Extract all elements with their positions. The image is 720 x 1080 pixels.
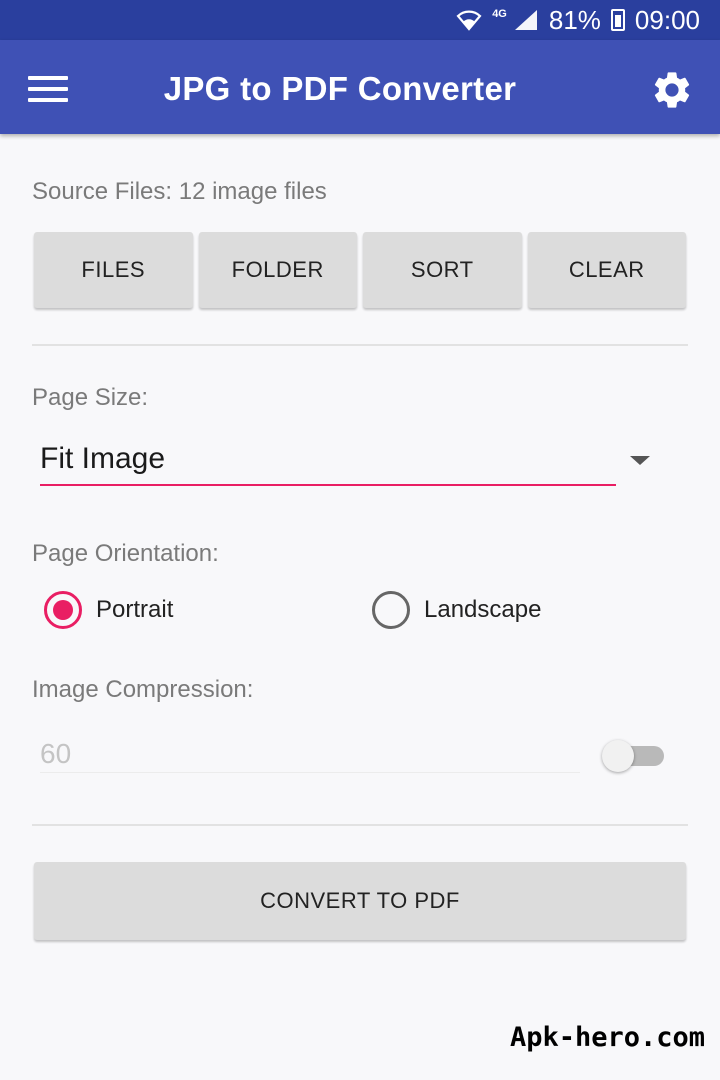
divider bbox=[32, 344, 688, 346]
status-time: 09:00 bbox=[634, 4, 700, 35]
status-bar: 4G 81% 09:00 bbox=[0, 0, 720, 40]
app-title: JPG to PDF Converter bbox=[163, 70, 517, 107]
radio-landscape-label: Landscape bbox=[424, 596, 542, 623]
radio-portrait-label: Portrait bbox=[96, 596, 174, 623]
battery-icon bbox=[610, 9, 625, 31]
radio-checked-icon bbox=[44, 591, 82, 629]
compression-toggle[interactable] bbox=[600, 738, 666, 774]
watermark: Apk-hero.com bbox=[510, 1022, 706, 1053]
compression-input[interactable]: 60 bbox=[40, 734, 580, 774]
image-compression-label: Image Compression: bbox=[32, 676, 254, 703]
radio-unchecked-icon bbox=[372, 591, 410, 629]
divider bbox=[32, 824, 688, 826]
compression-underline bbox=[40, 772, 580, 773]
clear-button[interactable]: CLEAR bbox=[527, 232, 686, 308]
source-button-row: FILES FOLDER SORT CLEAR bbox=[34, 232, 686, 308]
radio-portrait[interactable]: Portrait bbox=[44, 590, 173, 630]
wifi-icon bbox=[456, 9, 482, 31]
radio-landscape[interactable]: Landscape bbox=[372, 590, 541, 630]
sort-button[interactable]: SORT bbox=[363, 232, 522, 308]
folder-button[interactable]: FOLDER bbox=[198, 232, 357, 308]
page-size-label: Page Size: bbox=[32, 384, 149, 411]
network-type: 4G bbox=[492, 8, 507, 20]
files-button[interactable]: FILES bbox=[34, 232, 193, 308]
dropdown-underline bbox=[40, 484, 616, 486]
page-size-value: Fit Image bbox=[40, 442, 166, 475]
convert-to-pdf-button[interactable]: CONVERT TO PDF bbox=[34, 862, 686, 940]
toggle-thumb bbox=[602, 740, 634, 772]
page-orientation-label: Page Orientation: bbox=[32, 540, 219, 567]
gear-icon[interactable] bbox=[650, 68, 694, 112]
battery-percent: 81% bbox=[548, 4, 601, 35]
app-bar: JPG to PDF Converter bbox=[0, 40, 720, 134]
page-size-dropdown[interactable]: Fit Image bbox=[40, 438, 660, 488]
source-files-label: Source Files: 12 image files bbox=[32, 178, 327, 205]
dropdown-arrow-icon bbox=[630, 456, 650, 465]
signal-icon bbox=[513, 9, 539, 31]
compression-value: 60 bbox=[40, 738, 72, 769]
